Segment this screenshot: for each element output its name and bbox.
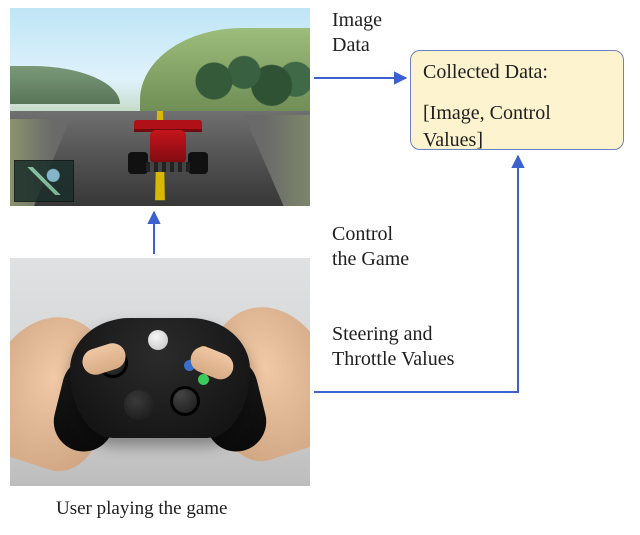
caption-user-playing: User playing the game — [56, 498, 227, 520]
game-screenshot — [10, 8, 310, 206]
controller-photo — [10, 258, 310, 486]
label-control-the-game: Control the Game — [332, 222, 409, 272]
collected-data-content: [Image, Control Values] — [423, 100, 611, 154]
collected-data-title: Collected Data: — [423, 59, 611, 86]
label-steering-throttle: Steering and Throttle Values — [332, 322, 454, 372]
label-image-data: Image Data — [332, 8, 382, 58]
collected-data-box: Collected Data: [Image, Control Values] — [410, 50, 624, 150]
